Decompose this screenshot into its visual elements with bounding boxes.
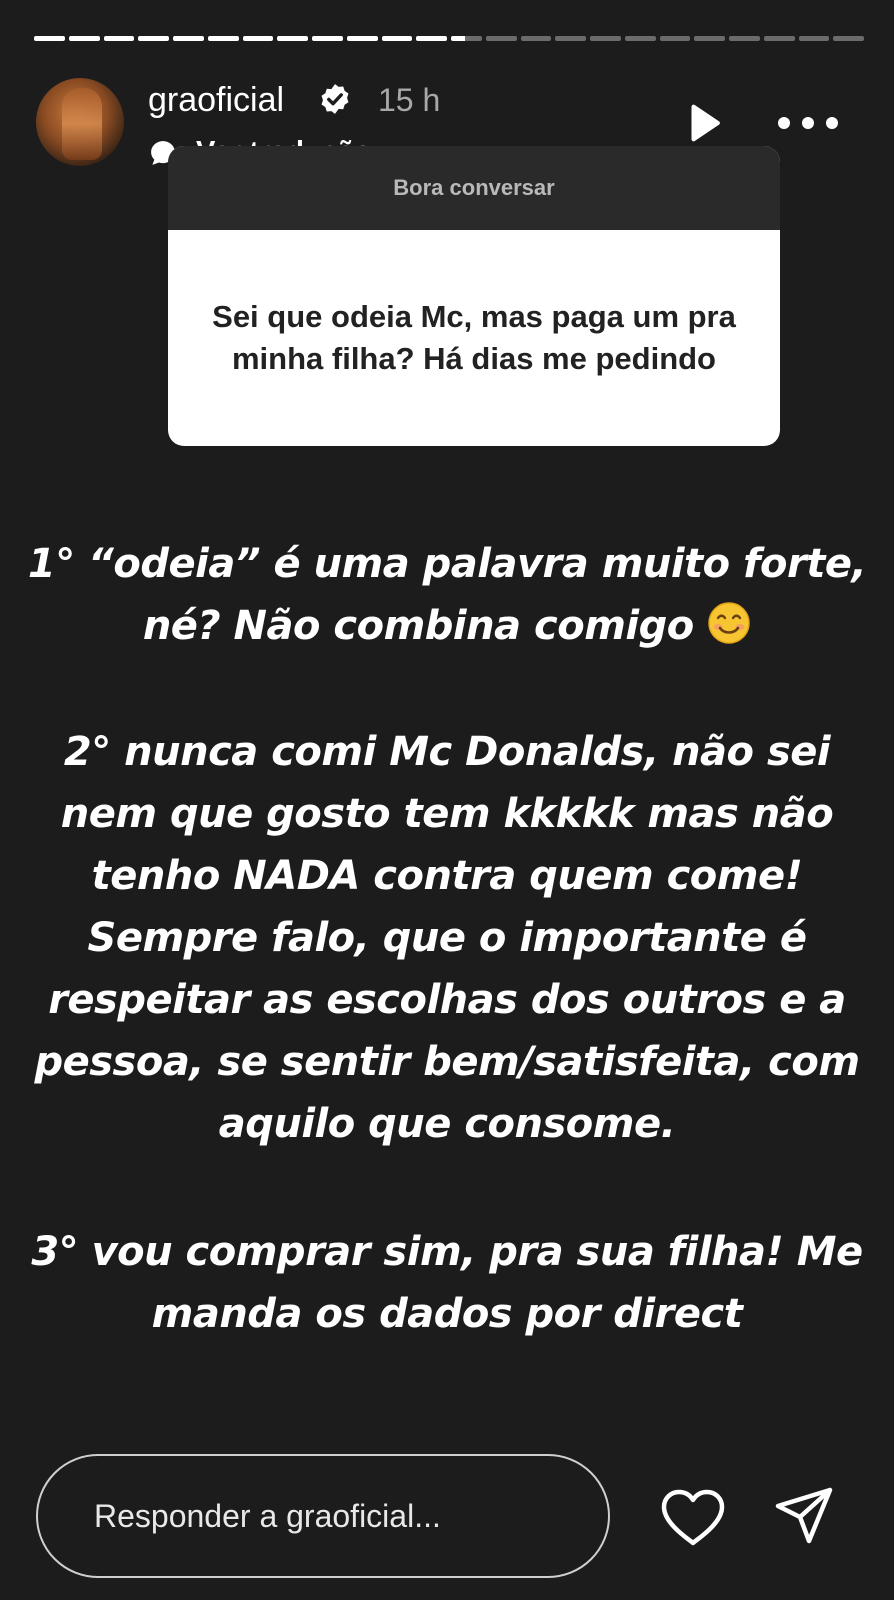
progress-segment (346, 36, 378, 41)
question-sticker-body: Sei que odeia Mc, mas paga um pra minha … (168, 230, 780, 446)
question-sticker: Bora conversar Sei que odeia Mc, mas pag… (168, 146, 780, 446)
question-sticker-title: Bora conversar (168, 146, 780, 230)
progress-segment (520, 36, 552, 41)
progress-segment (694, 36, 725, 41)
progress-segment (312, 36, 343, 41)
progress-segment (763, 36, 795, 41)
progress-segment (173, 36, 204, 41)
reply-point-1: 1° “odeia” é uma palavra muito forte, né… (24, 533, 870, 657)
progress-segment (416, 36, 447, 41)
progress-segment (729, 36, 760, 41)
progress-segment (207, 36, 239, 41)
reply-point-2: 2° nunca comi Mc Donalds, não sei nem qu… (34, 729, 860, 1147)
progress-segment (277, 36, 308, 41)
story-progress-bar (34, 36, 864, 42)
send-icon[interactable] (772, 1484, 836, 1548)
progress-segment (451, 36, 482, 41)
progress-segment (798, 36, 830, 41)
reply-input[interactable] (36, 1454, 610, 1578)
progress-segment (659, 36, 691, 41)
verified-badge-icon (321, 84, 349, 114)
smiling-face-emoji (708, 602, 750, 644)
progress-segment (555, 36, 586, 41)
reply-point-3: 3° vou comprar sim, pra sua filha! Me ma… (31, 1229, 863, 1337)
play-icon[interactable] (680, 100, 726, 146)
progress-segment (34, 36, 65, 41)
progress-segment (485, 36, 517, 41)
progress-segment (381, 36, 413, 41)
question-text: Sei que odeia Mc, mas paga um pra minha … (212, 299, 736, 376)
heart-icon[interactable] (660, 1488, 726, 1548)
progress-segment (242, 36, 274, 41)
username[interactable]: graoficial (148, 80, 284, 120)
avatar[interactable] (36, 78, 124, 166)
progress-segment (68, 36, 100, 41)
progress-segment (138, 36, 169, 41)
more-horizontal-icon[interactable] (776, 110, 840, 136)
progress-segment (103, 36, 135, 41)
progress-segment (624, 36, 656, 41)
progress-segment (590, 36, 621, 41)
story-viewer[interactable]: graoficial 15 h Ver tradução Bora conver… (0, 0, 894, 1600)
story-timestamp: 15 h (378, 82, 441, 118)
progress-segment (833, 36, 864, 41)
